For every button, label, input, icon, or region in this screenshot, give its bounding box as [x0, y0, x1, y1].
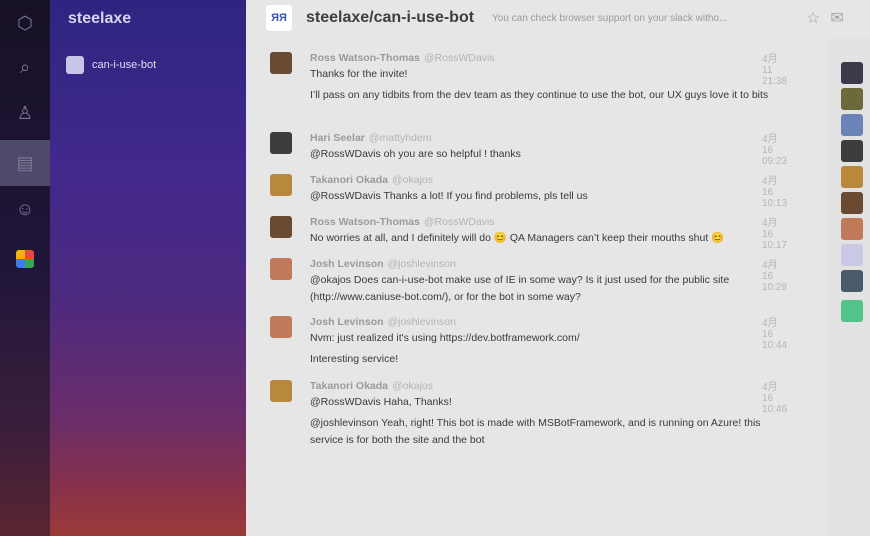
message-text: @joshlevinson Yeah, right! This bot is m…	[310, 417, 761, 446]
message-author[interactable]: Takanori Okada	[310, 380, 388, 392]
message-time: 4月 16 09:23	[762, 134, 788, 167]
avatar[interactable]	[270, 258, 292, 280]
room-item-can-i-use-bot[interactable]: can-i-use-bot	[66, 56, 156, 74]
avatar[interactable]	[841, 114, 863, 136]
avatar[interactable]	[270, 216, 292, 238]
user-icon[interactable]: ♙	[0, 90, 50, 136]
avatar[interactable]	[841, 218, 863, 240]
chat-main: ЯЯ steelaxe/can-i-use-bot You can check …	[246, 0, 828, 536]
message-handle: @RossWDavis	[423, 216, 495, 228]
avatar[interactable]	[841, 270, 863, 292]
message-author[interactable]: Hari Seelar	[310, 132, 365, 144]
room-name: can-i-use-bot	[92, 59, 157, 71]
message-handle: @okajos	[392, 380, 434, 392]
avatar[interactable]	[841, 88, 863, 110]
message-text: Interesting service!	[310, 353, 399, 365]
avatar[interactable]	[841, 166, 863, 188]
search-icon[interactable]: ⌕	[0, 44, 50, 90]
room-avatar	[66, 56, 84, 74]
message-author[interactable]: Ross Watson-Thomas	[310, 216, 420, 228]
room-topic: You can check browser support on your sl…	[492, 13, 728, 24]
message-handle: @joshlevinson	[387, 316, 456, 328]
message-handle: @mattyhdem	[368, 132, 432, 144]
message-text: Thanks for the invite!	[310, 68, 408, 80]
message-text: @okajos Does can-i-use-bot make use of I…	[310, 274, 730, 303]
avatar[interactable]	[841, 300, 863, 322]
people-sidebar	[828, 38, 870, 536]
room-header-avatar: ЯЯ	[266, 5, 292, 31]
message-text: No worries at all, and I definitely will…	[310, 232, 725, 244]
message-time: 4月 16 10:13	[762, 176, 788, 209]
room-header: ЯЯ steelaxe/can-i-use-bot You can check …	[246, 0, 870, 38]
message-text: @RossWDavis Thanks a lot! If you find pr…	[310, 190, 588, 202]
avatar[interactable]	[841, 140, 863, 162]
message-time: 4月 16 10:46	[762, 382, 788, 415]
message-author[interactable]: Takanori Okada	[310, 174, 388, 186]
message-time: 4月 16 10:28	[762, 260, 788, 293]
message-handle: @RossWDavis	[423, 52, 495, 64]
message-text: @RossWDavis oh you are so helpful ! than…	[310, 148, 521, 160]
avatar[interactable]	[841, 192, 863, 214]
avatar[interactable]	[841, 244, 863, 266]
message-handle: @joshlevinson	[387, 258, 456, 270]
avatar[interactable]	[841, 62, 863, 84]
room-list: steelaxe can-i-use-bot	[50, 0, 246, 536]
avatar[interactable]	[270, 52, 292, 74]
message-author[interactable]: Josh Levinson	[310, 258, 384, 270]
avatar[interactable]	[270, 132, 292, 154]
people-icon[interactable]: ☺	[0, 186, 50, 232]
apps-icon[interactable]	[0, 236, 50, 282]
star-icon[interactable]: ☆	[806, 8, 820, 28]
message-time: 4月 16 10:17	[762, 218, 788, 251]
message-text: Nvm: just realized it's using https://de…	[310, 332, 580, 344]
room-title[interactable]: steelaxe/can-i-use-bot	[306, 9, 474, 27]
rooms-icon[interactable]: ▤	[0, 140, 50, 186]
avatar[interactable]	[270, 174, 292, 196]
message-text: I’ll pass on any tidbits from the dev te…	[310, 89, 769, 101]
message-text: @RossWDavis Haha, Thanks!	[310, 396, 452, 408]
avatar[interactable]	[270, 316, 292, 338]
mail-icon[interactable]: ✉	[830, 8, 843, 28]
message-author[interactable]: Josh Levinson	[310, 316, 384, 328]
org-title: steelaxe	[68, 10, 132, 27]
avatar[interactable]	[270, 380, 292, 402]
left-rail: ⬡ ⌕ ♙ ▤ ☺	[0, 0, 50, 536]
message-time: 4月 16 10:44	[762, 318, 788, 351]
message-time: 4月 11 21:38	[762, 54, 788, 87]
home-icon[interactable]: ⬡	[0, 0, 50, 46]
message-author[interactable]: Ross Watson-Thomas	[310, 52, 420, 64]
message-handle: @okajos	[392, 174, 434, 186]
